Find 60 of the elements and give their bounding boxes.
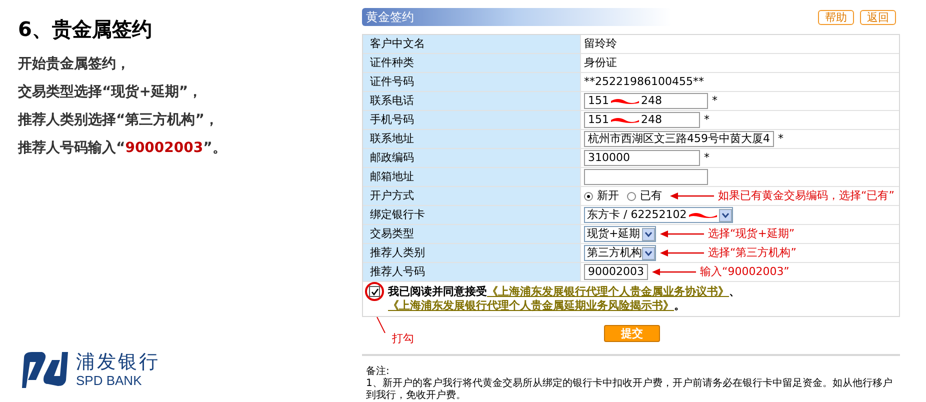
field-label: 推荐人类别 [370, 244, 425, 261]
field-label: 证件号码 [370, 74, 414, 90]
field-label: 开户方式 [370, 188, 414, 204]
required-mark: * [712, 92, 718, 109]
field-label: 客户中文名 [370, 36, 425, 52]
pointer-arrow [660, 230, 704, 238]
note-text: 1、新开户的客户我行将代黄金交易所从绑定的银行卡中扣收开户费，开户前请务必在银行卡中留足资金。如从他行移户到我行，免收开户费。 [366, 378, 894, 402]
callout-text: 打勾 [392, 331, 414, 347]
instruction-line: 交易类型选择“现货+延期”， [18, 82, 204, 102]
required-mark: * [778, 130, 784, 147]
field-label: 邮政编码 [370, 150, 414, 166]
agreement-link[interactable]: 《上海浦东发展银行代理个人贵金属延期业务风险揭示书》 [388, 299, 674, 312]
field-value: 留玲玲 [584, 36, 617, 52]
instruction-line: 开始贵金属签约， [18, 55, 131, 74]
input-field[interactable]: 杭州市西湖区文三路459号中茵大厦4 [584, 131, 774, 147]
logo-icon [22, 350, 68, 390]
field-value: 身份证 [584, 54, 617, 71]
annotation-text: 选择“第三方机构” [708, 244, 796, 261]
field-value: **25221986100455** [584, 74, 704, 90]
radio-label: 新开 [597, 188, 619, 204]
input-field[interactable]: 151 248 [584, 93, 708, 109]
field-label: 联系电话 [370, 92, 414, 109]
radio-button[interactable] [627, 192, 636, 200]
field-label: 证件种类 [370, 54, 414, 71]
radio-label: 已有 [640, 188, 662, 204]
chevron-down-icon [722, 212, 729, 218]
field-label: 手机号码 [370, 112, 414, 128]
dropdown[interactable]: 东方卡 / 62252102 [584, 207, 733, 223]
pointer-arrow [652, 268, 696, 276]
callout-line [376, 317, 386, 333]
logo-name: 浦发银行 [76, 351, 160, 373]
notes-heading: 备注: [366, 366, 390, 378]
input-field[interactable]: 151 248 [584, 112, 700, 128]
field-label: 推荐人号码 [370, 264, 425, 280]
field-label: 交易类型 [370, 226, 414, 242]
check-icon [370, 288, 378, 296]
field-label: 邮箱地址 [370, 168, 414, 185]
radio-button[interactable] [584, 192, 593, 200]
required-mark: * [704, 112, 710, 128]
logo-english: SPD BANK [76, 373, 143, 389]
field-label: 绑定银行卡 [370, 206, 425, 223]
dropdown[interactable]: 第三方机构 [584, 245, 656, 261]
dropdown[interactable]: 现货+延期 [584, 226, 656, 242]
instruction-line: 推荐人类别选择“第三方机构”， [18, 110, 220, 130]
annotation-text: 选择“现货+延期” [708, 226, 795, 242]
pointer-arrow [670, 192, 714, 200]
agreement-link[interactable]: 《上海浦东发展银行代理个人贵金属业务协议书》 [487, 285, 729, 298]
chevron-down-icon [645, 232, 652, 236]
instruction-line: 推荐人号码输入“90002003”。 [18, 139, 228, 158]
field-label: 联系地址 [370, 130, 414, 147]
chevron-down-icon [645, 250, 652, 256]
input-field[interactable]: 90002003 [584, 264, 648, 280]
pointer-arrow [660, 249, 704, 257]
annotation-text: 输入“90002003” [700, 264, 790, 280]
agreement-text: 我已阅读并同意接受《上海浦东发展银行代理个人贵金属业务协议书》、 《上海浦东发展银行代理个人贵金属延期业务风险揭示书》。 [388, 285, 741, 313]
annotation-text: 如果已有黄金交易编码，选择“已有” [718, 188, 894, 204]
required-mark: * [704, 150, 710, 166]
input-field[interactable] [584, 169, 708, 185]
input-field[interactable]: 310000 [584, 150, 700, 166]
slide-title: 6、贵金属签约 [18, 16, 153, 43]
